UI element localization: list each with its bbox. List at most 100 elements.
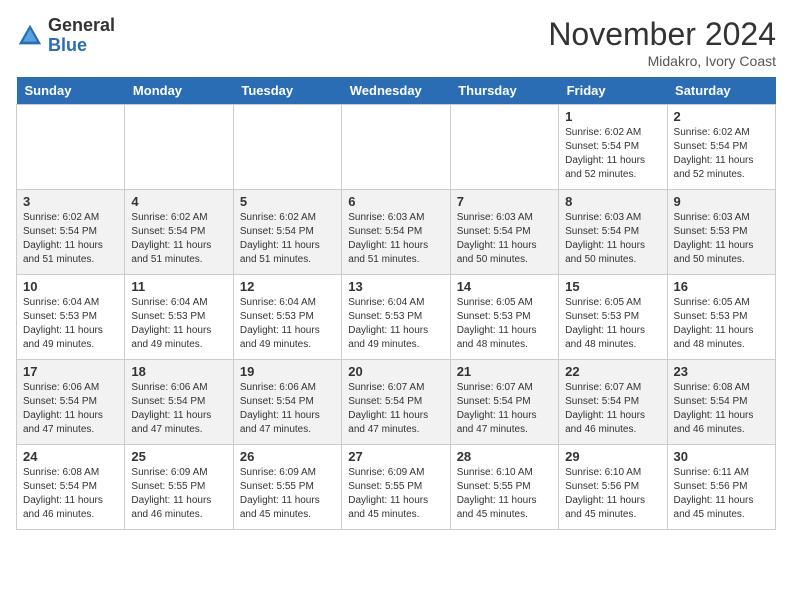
page-header: General Blue November 2024 Midakro, Ivor…	[16, 16, 776, 69]
calendar-cell	[233, 105, 341, 190]
calendar-cell: 13 Sunrise: 6:04 AM Sunset: 5:53 PM Dayli…	[342, 275, 450, 360]
calendar-week-4: 17 Sunrise: 6:06 AM Sunset: 5:54 PM Dayli…	[17, 360, 776, 445]
day-number: 24	[23, 449, 118, 464]
day-number: 16	[674, 279, 769, 294]
day-info: Sunrise: 6:02 AM Sunset: 5:54 PM Dayligh…	[565, 126, 660, 182]
weekday-header-sunday: Sunday	[17, 77, 125, 105]
calendar-week-5: 24 Sunrise: 6:08 AM Sunset: 5:54 PM Dayli…	[17, 445, 776, 530]
calendar-cell: 28 Sunrise: 6:10 AM Sunset: 5:55 PM Dayli…	[450, 445, 558, 530]
calendar-week-3: 10 Sunrise: 6:04 AM Sunset: 5:53 PM Dayli…	[17, 275, 776, 360]
logo-text: General Blue	[48, 16, 115, 56]
day-number: 30	[674, 449, 769, 464]
day-number: 21	[457, 364, 552, 379]
day-number: 20	[348, 364, 443, 379]
day-number: 3	[23, 194, 118, 209]
calendar-cell	[17, 105, 125, 190]
day-number: 7	[457, 194, 552, 209]
day-number: 15	[565, 279, 660, 294]
calendar-cell: 17 Sunrise: 6:06 AM Sunset: 5:54 PM Dayli…	[17, 360, 125, 445]
calendar-week-2: 3 Sunrise: 6:02 AM Sunset: 5:54 PM Daylig…	[17, 190, 776, 275]
calendar-cell: 26Sunrise: 6:09 AM Sunset: 5:55 PM Dayli…	[233, 445, 341, 530]
day-info: Sunrise: 6:02 AM Sunset: 5:54 PM Dayligh…	[240, 211, 335, 267]
day-info: Sunrise: 6:07 AM Sunset: 5:54 PM Dayligh…	[565, 381, 660, 437]
day-number: 13	[348, 279, 443, 294]
calendar-cell: 29Sunrise: 6:10 AM Sunset: 5:56 PM Dayli…	[559, 445, 667, 530]
day-info: Sunrise: 6:11 AM Sunset: 5:56 PM Dayligh…	[674, 466, 769, 522]
day-info: Sunrise: 6:04 AM Sunset: 5:53 PM Dayligh…	[23, 296, 118, 352]
calendar-cell: 3 Sunrise: 6:02 AM Sunset: 5:54 PM Daylig…	[17, 190, 125, 275]
day-info: Sunrise: 6:08 AM Sunset: 5:54 PM Dayligh…	[674, 381, 769, 437]
day-info: Sunrise: 6:03 AM Sunset: 5:54 PM Dayligh…	[457, 211, 552, 267]
calendar-cell: 30 Sunrise: 6:11 AM Sunset: 5:56 PM Dayli…	[667, 445, 775, 530]
day-info: Sunrise: 6:08 AM Sunset: 5:54 PM Dayligh…	[23, 466, 118, 522]
calendar-cell: 23 Sunrise: 6:08 AM Sunset: 5:54 PM Dayli…	[667, 360, 775, 445]
calendar-table: SundayMondayTuesdayWednesdayThursdayFrid…	[16, 77, 776, 530]
day-info: Sunrise: 6:05 AM Sunset: 5:53 PM Dayligh…	[674, 296, 769, 352]
day-number: 28	[457, 449, 552, 464]
month-year-title: November 2024	[548, 16, 776, 53]
calendar-cell: 20 Sunrise: 6:07 AM Sunset: 5:54 PM Dayli…	[342, 360, 450, 445]
calendar-cell	[342, 105, 450, 190]
calendar-cell: 19 Sunrise: 6:06 AM Sunset: 5:54 PM Dayli…	[233, 360, 341, 445]
calendar-cell	[450, 105, 558, 190]
day-number: 9	[674, 194, 769, 209]
day-info: Sunrise: 6:04 AM Sunset: 5:53 PM Dayligh…	[348, 296, 443, 352]
day-number: 25	[131, 449, 226, 464]
day-info: Sunrise: 6:06 AM Sunset: 5:54 PM Dayligh…	[240, 381, 335, 437]
day-info: Sunrise: 6:09 AM Sunset: 5:55 PM Dayligh…	[131, 466, 226, 522]
day-info: Sunrise: 6:02 AM Sunset: 5:54 PM Dayligh…	[674, 126, 769, 182]
day-info: Sunrise: 6:03 AM Sunset: 5:54 PM Dayligh…	[565, 211, 660, 267]
day-number: 18	[131, 364, 226, 379]
day-info: Sunrise: 6:07 AM Sunset: 5:54 PM Dayligh…	[348, 381, 443, 437]
calendar-cell: 16 Sunrise: 6:05 AM Sunset: 5:53 PM Dayli…	[667, 275, 775, 360]
day-info: Sunrise: 6:03 AM Sunset: 5:54 PM Dayligh…	[348, 211, 443, 267]
calendar-cell: 1 Sunrise: 6:02 AM Sunset: 5:54 PM Daylig…	[559, 105, 667, 190]
logo-icon	[16, 22, 44, 50]
day-info: Sunrise: 6:09 AM Sunset: 5:55 PM Dayligh…	[348, 466, 443, 522]
weekday-header-saturday: Saturday	[667, 77, 775, 105]
weekday-header-thursday: Thursday	[450, 77, 558, 105]
day-info: Sunrise: 6:02 AM Sunset: 5:54 PM Dayligh…	[131, 211, 226, 267]
calendar-cell: 22Sunrise: 6:07 AM Sunset: 5:54 PM Dayli…	[559, 360, 667, 445]
day-number: 6	[348, 194, 443, 209]
day-number: 23	[674, 364, 769, 379]
day-number: 14	[457, 279, 552, 294]
day-number: 8	[565, 194, 660, 209]
day-info: Sunrise: 6:02 AM Sunset: 5:54 PM Dayligh…	[23, 211, 118, 267]
logo: General Blue	[16, 16, 115, 56]
calendar-cell: 11Sunrise: 6:04 AM Sunset: 5:53 PM Dayli…	[125, 275, 233, 360]
day-number: 29	[565, 449, 660, 464]
day-info: Sunrise: 6:06 AM Sunset: 5:54 PM Dayligh…	[23, 381, 118, 437]
calendar-cell: 4Sunrise: 6:02 AM Sunset: 5:54 PM Daylig…	[125, 190, 233, 275]
calendar-cell: 5 Sunrise: 6:02 AM Sunset: 5:54 PM Daylig…	[233, 190, 341, 275]
day-number: 26	[240, 449, 335, 464]
day-info: Sunrise: 6:10 AM Sunset: 5:55 PM Dayligh…	[457, 466, 552, 522]
calendar-cell: 12Sunrise: 6:04 AM Sunset: 5:53 PM Dayli…	[233, 275, 341, 360]
calendar-header-row: SundayMondayTuesdayWednesdayThursdayFrid…	[17, 77, 776, 105]
day-number: 17	[23, 364, 118, 379]
calendar-cell: 25 Sunrise: 6:09 AM Sunset: 5:55 PM Dayli…	[125, 445, 233, 530]
calendar-cell: 21Sunrise: 6:07 AM Sunset: 5:54 PM Dayli…	[450, 360, 558, 445]
calendar-cell: 9 Sunrise: 6:03 AM Sunset: 5:53 PM Daylig…	[667, 190, 775, 275]
calendar-cell: 14Sunrise: 6:05 AM Sunset: 5:53 PM Dayli…	[450, 275, 558, 360]
title-block: November 2024 Midakro, Ivory Coast	[548, 16, 776, 69]
calendar-cell: 6 Sunrise: 6:03 AM Sunset: 5:54 PM Daylig…	[342, 190, 450, 275]
location-subtitle: Midakro, Ivory Coast	[548, 53, 776, 69]
calendar-cell	[125, 105, 233, 190]
weekday-header-friday: Friday	[559, 77, 667, 105]
calendar-cell: 8 Sunrise: 6:03 AM Sunset: 5:54 PM Daylig…	[559, 190, 667, 275]
calendar-cell: 15 Sunrise: 6:05 AM Sunset: 5:53 PM Dayli…	[559, 275, 667, 360]
day-number: 2	[674, 109, 769, 124]
weekday-header-monday: Monday	[125, 77, 233, 105]
day-number: 10	[23, 279, 118, 294]
day-number: 5	[240, 194, 335, 209]
day-info: Sunrise: 6:05 AM Sunset: 5:53 PM Dayligh…	[565, 296, 660, 352]
calendar-cell: 10 Sunrise: 6:04 AM Sunset: 5:53 PM Dayli…	[17, 275, 125, 360]
calendar-cell: 18Sunrise: 6:06 AM Sunset: 5:54 PM Dayli…	[125, 360, 233, 445]
day-number: 1	[565, 109, 660, 124]
day-number: 19	[240, 364, 335, 379]
calendar-cell: 7 Sunrise: 6:03 AM Sunset: 5:54 PM Daylig…	[450, 190, 558, 275]
day-info: Sunrise: 6:03 AM Sunset: 5:53 PM Dayligh…	[674, 211, 769, 267]
calendar-cell: 24 Sunrise: 6:08 AM Sunset: 5:54 PM Dayli…	[17, 445, 125, 530]
weekday-header-tuesday: Tuesday	[233, 77, 341, 105]
